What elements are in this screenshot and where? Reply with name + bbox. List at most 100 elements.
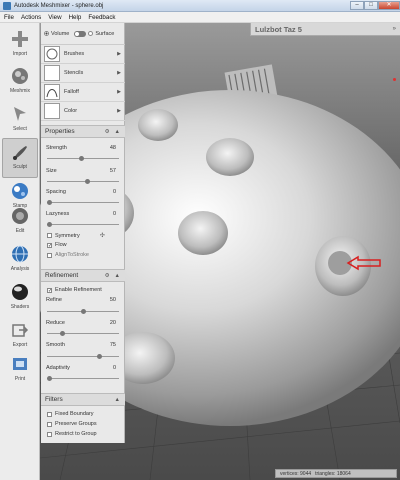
printer-header[interactable]: Lulzbot Taz 5 » — [250, 23, 400, 36]
symmetry-tool-icon[interactable]: ✣ — [100, 232, 105, 239]
menu-bar: File Actions View Help Feedback — [0, 12, 400, 23]
slider-thumb[interactable] — [80, 309, 86, 314]
lazyness-value[interactable]: 0 — [113, 211, 116, 217]
menu-feedback[interactable]: Feedback — [88, 14, 115, 21]
adaptivity-value[interactable]: 0 — [113, 365, 116, 371]
preserve-groups-checkbox[interactable] — [47, 421, 52, 427]
slider-thumb[interactable] — [60, 331, 66, 336]
spacing-slider[interactable] — [47, 200, 119, 205]
gear-icon[interactable]: ⚙ — [105, 129, 110, 135]
filters-header[interactable]: Filters ▲ — [41, 393, 125, 406]
reduce-slider[interactable] — [47, 331, 119, 336]
slider-thumb[interactable] — [97, 354, 103, 359]
reduce-value[interactable]: 20 — [110, 320, 116, 326]
restrict-group-checkbox[interactable] — [47, 431, 52, 437]
flow-checkbox[interactable]: ✓ — [47, 242, 52, 248]
color-swatch — [44, 103, 60, 119]
lazyness-slider[interactable] — [47, 222, 119, 227]
reduce-label: Reduce — [46, 320, 65, 326]
menu-file[interactable]: File — [4, 14, 14, 21]
preserve-groups-option[interactable]: Preserve Groups — [47, 421, 97, 427]
enable-refinement-checkbox[interactable]: ✓ — [47, 287, 52, 293]
smooth-slider[interactable] — [47, 354, 119, 359]
symmetry-label: Symmetry — [55, 232, 80, 239]
adaptivity-slider[interactable] — [47, 376, 119, 381]
sculpt-panel: Volume Surface Brushes ▶ Stencils ▶ Fall… — [41, 23, 125, 443]
slider-thumb[interactable] — [85, 179, 91, 184]
shaders-tool[interactable]: Shaders — [2, 279, 38, 319]
align-checkbox[interactable] — [47, 252, 52, 258]
stamp-icon — [10, 181, 30, 201]
refine-label: Refine — [46, 297, 62, 303]
strength-value[interactable]: 48 — [110, 145, 116, 151]
spacing-label: Spacing — [46, 189, 66, 195]
maximize-button[interactable]: □ — [364, 1, 378, 10]
menu-view[interactable]: View — [48, 14, 61, 21]
slider-thumb[interactable] — [47, 222, 52, 227]
collapse-icon[interactable]: ▲ — [115, 129, 120, 135]
align-option[interactable]: AlignToStroke — [47, 252, 89, 258]
size-slider[interactable] — [47, 179, 119, 184]
slider-thumb[interactable] — [47, 200, 52, 205]
print-tool[interactable]: Print — [2, 351, 38, 391]
enable-refinement-option[interactable]: ✓ Enable Refinement — [47, 287, 102, 293]
menu-help[interactable]: Help — [69, 14, 82, 21]
tool-label: Sculpt — [13, 164, 27, 170]
restrict-group-option[interactable]: Restrict to Group — [47, 431, 97, 437]
tool-label: Export — [12, 342, 28, 348]
collapse-icon[interactable]: ▲ — [115, 273, 120, 279]
refinement-header[interactable]: Refinement ⚙ ▲ — [41, 269, 125, 282]
restrict-group-label: Restrict to Group — [55, 431, 97, 437]
size-value[interactable]: 57 — [110, 168, 116, 174]
symmetry-checkbox[interactable] — [47, 233, 52, 238]
properties-header[interactable]: Properties ⚙ ▲ — [41, 125, 125, 138]
strength-slider[interactable] — [47, 156, 119, 161]
tool-label: Select — [13, 126, 27, 132]
edit-tool[interactable]: Edit — [2, 203, 38, 243]
globe-icon — [10, 244, 30, 264]
mesh-bump — [206, 138, 254, 176]
meshmix-icon — [10, 66, 30, 86]
smooth-value[interactable]: 75 — [110, 342, 116, 348]
analysis-tool[interactable]: Analysis — [2, 241, 38, 281]
color-row[interactable]: Color ▶ — [41, 102, 125, 121]
minimize-button[interactable]: – — [350, 1, 364, 10]
import-tool[interactable]: Import — [2, 26, 38, 66]
red-marker-icon — [393, 78, 396, 81]
surface-radio[interactable] — [88, 31, 94, 36]
slider-thumb[interactable] — [47, 376, 52, 381]
brushes-row[interactable]: Brushes ▶ — [41, 45, 125, 64]
fixed-boundary-option[interactable]: Fixed Boundary — [47, 411, 94, 417]
align-label: AlignToStroke — [55, 252, 89, 258]
collapse-icon[interactable]: ▲ — [115, 397, 120, 403]
close-button[interactable]: ✕ — [378, 1, 400, 10]
refine-slider[interactable] — [47, 309, 119, 314]
falloff-row[interactable]: Falloff ▶ — [41, 83, 125, 102]
flow-option[interactable]: ✓ Flow — [47, 242, 67, 248]
tool-label: Shaders — [10, 304, 30, 310]
stencils-row[interactable]: Stencils ▶ — [41, 64, 125, 83]
export-icon — [10, 320, 30, 340]
expand-arrow-icon: ▶ — [117, 89, 121, 95]
symmetry-option[interactable]: Symmetry ✣ — [47, 232, 105, 239]
expand-arrow-icon: ▶ — [117, 51, 121, 57]
volume-radio[interactable] — [44, 31, 49, 36]
fixed-boundary-label: Fixed Boundary — [55, 411, 94, 417]
refine-value[interactable]: 50 — [110, 297, 116, 303]
brushes-label: Brushes — [64, 51, 85, 57]
fixed-boundary-checkbox[interactable] — [47, 411, 52, 417]
mesh-bump — [138, 109, 178, 141]
chevron-right-icon[interactable]: » — [393, 26, 396, 32]
gear-icon[interactable]: ⚙ — [105, 273, 110, 279]
window-title: Autodesk Meshmixer - sphere.obj — [14, 2, 104, 9]
sculpt-tool[interactable]: Sculpt — [2, 138, 38, 178]
properties-title: Properties — [45, 128, 75, 135]
shader-sphere-icon — [10, 282, 30, 302]
arrow-cursor-icon — [10, 104, 30, 124]
meshmix-tool[interactable]: Meshmix — [2, 63, 38, 103]
select-tool[interactable]: Select — [2, 101, 38, 141]
slider-thumb[interactable] — [79, 156, 85, 161]
spacing-value[interactable]: 0 — [113, 189, 116, 195]
mode-toggle[interactable] — [74, 30, 87, 37]
menu-actions[interactable]: Actions — [21, 14, 41, 21]
